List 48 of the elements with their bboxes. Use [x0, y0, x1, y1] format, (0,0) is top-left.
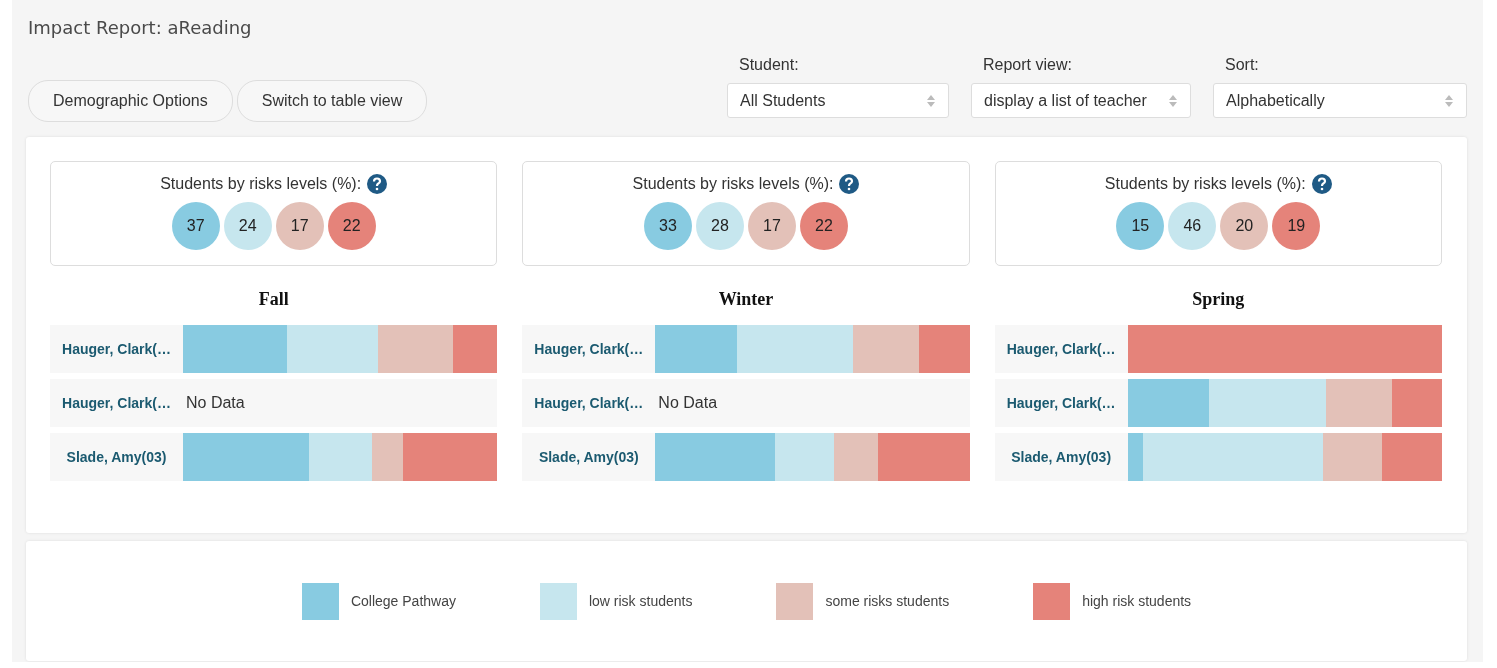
select-label: Student:	[738, 56, 800, 74]
season-title: Spring	[1191, 289, 1246, 310]
help-icon[interactable]	[367, 174, 388, 194]
no-data-text: No Data	[185, 394, 245, 412]
teacher-name[interactable]: Slade, Amy(03)	[994, 449, 1128, 465]
percent-circle: 24	[223, 202, 272, 250]
percent-circle: 22	[327, 202, 376, 250]
percent-circle: 33	[644, 202, 692, 250]
select-dropdown[interactable]: Alphabetically	[1213, 83, 1467, 118]
select-label: Report view:	[982, 56, 1073, 74]
summary-label: Students by risks levels (%):	[160, 175, 362, 193]
percent-circle: 17	[275, 202, 324, 250]
percent-circle: 28	[696, 202, 744, 250]
teacher-name[interactable]: Slade, Amy(03)	[522, 449, 656, 465]
sort-arrows-icon	[926, 93, 936, 108]
sort-arrows-icon	[1444, 93, 1454, 108]
teacher-name[interactable]: Hauger, Clark(…	[522, 395, 656, 411]
legend-label: College Pathway	[350, 593, 456, 609]
percent-circle: 37	[171, 202, 220, 250]
no-data-text: No Data	[657, 394, 718, 412]
teacher-name[interactable]: Hauger, Clark(…	[522, 341, 656, 357]
percent-circle: 19	[1272, 202, 1321, 250]
teacher-name[interactable]: Hauger, Clark(…	[50, 341, 183, 357]
teacher-name[interactable]: Hauger, Clark(…	[994, 395, 1128, 411]
legend-label: some risks students	[825, 593, 950, 609]
summary-label: Students by risks levels (%):	[632, 175, 834, 193]
percent-circle: 15	[1116, 202, 1165, 250]
sort-arrows-icon	[1168, 93, 1178, 108]
select-label: Sort:	[1224, 56, 1260, 74]
teacher-name[interactable]: Hauger, Clark(…	[994, 341, 1128, 357]
percent-circle: 20	[1220, 202, 1269, 250]
select-dropdown[interactable]: display a list of teacher	[971, 83, 1191, 118]
legend-label: high risk students	[1082, 593, 1192, 609]
percent-circle: 17	[748, 202, 796, 250]
option-button[interactable]: Switch to table view	[236, 80, 428, 122]
season-title: Winter	[717, 289, 775, 310]
percent-circle: 46	[1168, 202, 1217, 250]
teacher-name[interactable]: Slade, Amy(03)	[50, 449, 183, 465]
select-dropdown[interactable]: All Students	[727, 83, 949, 118]
help-icon[interactable]	[839, 174, 860, 194]
percent-circle: 22	[800, 202, 848, 250]
summary-label: Students by risks levels (%):	[1104, 175, 1306, 193]
teacher-name[interactable]: Hauger, Clark(…	[50, 395, 183, 411]
option-button[interactable]: Demographic Options	[28, 80, 233, 122]
season-title: Fall	[257, 289, 290, 310]
legend-label: low risk students	[588, 593, 693, 609]
help-icon[interactable]	[1311, 174, 1332, 194]
page-title: Impact Report: aReading	[28, 16, 253, 40]
